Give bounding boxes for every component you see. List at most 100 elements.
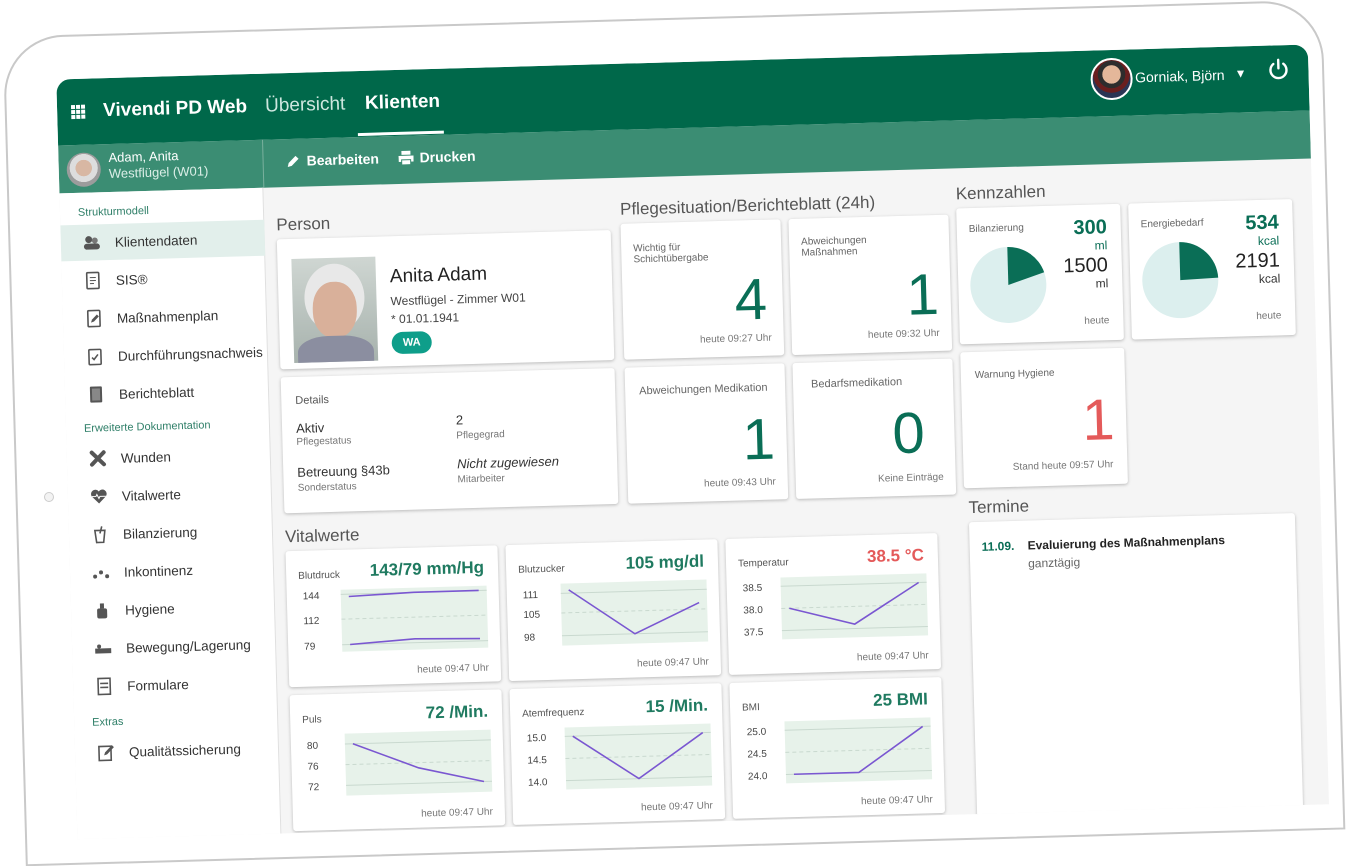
apps-grid-icon[interactable] bbox=[71, 105, 85, 119]
sidebar-item-label: Bewegung/Lagerung bbox=[126, 637, 251, 655]
pencil-icon bbox=[286, 154, 300, 168]
sidebar-item-bewegung[interactable]: Bewegung/Lagerung bbox=[72, 626, 277, 668]
sidebar-section-strukturmodell: Strukturmodell bbox=[78, 205, 149, 219]
vital-chart: 25.024.524.0 bbox=[736, 707, 938, 795]
sidebar-item-label: Qualitätssicherung bbox=[129, 741, 241, 759]
vital-chart: 11110598 bbox=[512, 569, 714, 657]
section-title-situation: Pflegesituation/Berichteblatt (24h) bbox=[620, 193, 876, 220]
special-status-label: Sonderstatus bbox=[298, 481, 357, 494]
appointments-card: 11.09. Evaluierung des Maßnahmenplans ga… bbox=[969, 513, 1303, 822]
tick-label: 15.0 bbox=[527, 733, 547, 745]
card-energiebedarf[interactable]: Energiebedarf 534 kcal 2191 kcal heute bbox=[1128, 199, 1296, 340]
tab-klienten[interactable]: Klienten bbox=[365, 91, 441, 115]
card-schichtuebergabe[interactable]: Wichtig für Schichtübergabe 4 heute 09:2… bbox=[620, 219, 784, 359]
sidebar-item-klientendaten[interactable]: Klientendaten bbox=[60, 220, 265, 262]
sidebar-item-label: Formulare bbox=[127, 677, 189, 694]
card-abweichungen-massnahmen[interactable]: Abweichungen Maßnahmen 1 heute 09:32 Uhr bbox=[788, 215, 952, 355]
bed-icon bbox=[94, 639, 112, 657]
person-card: Anita Adam Westflügel - Zimmer W01 * 01.… bbox=[277, 230, 614, 369]
edit-label: Bearbeiten bbox=[306, 151, 379, 169]
client-full-name: Anita Adam bbox=[390, 264, 488, 289]
vital-card-blutdruck[interactable]: Blutdruck143/79 mm/Hg14411279heute 09:47… bbox=[286, 545, 502, 687]
status-badge: WA bbox=[391, 331, 432, 354]
tick-label: 80 bbox=[307, 741, 319, 752]
sidebar-item-qualitaetssicherung[interactable]: Qualitätssicherung bbox=[75, 730, 280, 772]
appointment-time: ganztägig bbox=[1028, 555, 1080, 570]
vital-footer: heute 09:47 Uhr bbox=[861, 794, 933, 807]
grade-label: Pflegegrad bbox=[456, 429, 505, 441]
tick-label: 38.5 bbox=[743, 583, 763, 595]
sidebar-item-sis[interactable]: SIS® bbox=[61, 258, 266, 300]
client-birthdate: * 01.01.1941 bbox=[391, 310, 459, 326]
client-name: Adam, Anita bbox=[108, 148, 179, 165]
bilanz-pie bbox=[965, 242, 1051, 328]
app-screen: Vivendi PD Web Übersicht Klienten Gornia… bbox=[56, 45, 1329, 840]
camera-dot bbox=[44, 492, 54, 502]
chevron-down-icon[interactable]: ▼ bbox=[1234, 66, 1246, 80]
user-avatar[interactable] bbox=[1090, 57, 1133, 100]
sidebar-item-massnahmenplan[interactable]: Maßnahmenplan bbox=[62, 296, 267, 338]
energie-pie bbox=[1137, 237, 1223, 323]
vital-card-bmi[interactable]: BMI25 BMI25.024.524.0heute 09:47 Uhr bbox=[729, 677, 945, 819]
vital-card-puls[interactable]: Puls72 /Min.807672heute 09:47 Uhr bbox=[290, 689, 506, 831]
sidebar-item-label: Berichteblatt bbox=[119, 384, 194, 401]
card-abweichungen-medikation[interactable]: Abweichungen Medikation 1 heute 09:43 Uh… bbox=[625, 363, 789, 503]
sidebar-item-bilanzierung[interactable]: Bilanzierung bbox=[68, 512, 273, 554]
bilanz-value: 300 bbox=[1073, 216, 1107, 240]
card-bedarfsmedikation[interactable]: Bedarfsmedikation 0 Keine Einträge bbox=[792, 359, 956, 499]
card-title: Abweichungen Medikation bbox=[639, 382, 768, 398]
sidebar-item-formulare[interactable]: Formulare bbox=[73, 664, 278, 706]
vital-footer: heute 09:47 Uhr bbox=[421, 807, 493, 820]
tick-label: 14.5 bbox=[527, 755, 547, 767]
card-bilanzierung[interactable]: Bilanzierung 300 ml 1500 ml heute bbox=[956, 204, 1124, 345]
tick-label: 144 bbox=[303, 591, 320, 602]
toolbar-divider bbox=[262, 140, 264, 188]
sidebar-item-label: Maßnahmenplan bbox=[117, 308, 219, 326]
card-warnung-hygiene[interactable]: Warnung Hygiene 1 Stand heute 09:57 Uhr bbox=[960, 348, 1128, 489]
printer-icon bbox=[398, 151, 413, 165]
card-footer: heute bbox=[1256, 310, 1281, 322]
print-button[interactable]: Drucken bbox=[398, 148, 475, 166]
sidebar-item-vitalwerte[interactable]: Vitalwerte bbox=[67, 474, 272, 516]
vital-card-atemfrequenz[interactable]: Atemfrequenz15 /Min.15.014.514.0heute 09… bbox=[509, 683, 725, 825]
form-icon bbox=[95, 677, 113, 695]
status-value: Aktiv bbox=[296, 420, 325, 436]
book-icon bbox=[87, 385, 105, 403]
sidebar: Strukturmodell Klientendaten SIS® Maßnah… bbox=[59, 188, 281, 839]
tick-label: 112 bbox=[303, 616, 320, 627]
vital-card-blutzucker[interactable]: Blutzucker105 mg/dl11110598heute 09:47 U… bbox=[505, 539, 721, 681]
sidebar-item-label: Hygiene bbox=[125, 601, 175, 617]
sidebar-item-durchfuehrungsnachweis[interactable]: Durchführungsnachweis bbox=[64, 334, 269, 376]
sidebar-item-inkontinenz[interactable]: Inkontinenz bbox=[70, 550, 275, 592]
people-icon bbox=[83, 233, 101, 251]
appointment-date: 11.09. bbox=[981, 539, 1014, 554]
sidebar-item-label: Bilanzierung bbox=[123, 524, 198, 541]
vital-card-temperatur[interactable]: Temperatur38.5 °C38.538.037.5heute 09:47… bbox=[725, 533, 941, 675]
card-value: 0 bbox=[892, 399, 926, 467]
section-title-person: Person bbox=[276, 214, 330, 235]
card-title: Abweichungen Maßnahmen bbox=[801, 234, 892, 259]
client-photo bbox=[291, 257, 378, 363]
card-footer: Keine Einträge bbox=[878, 472, 944, 485]
client-avatar bbox=[66, 152, 101, 187]
card-title: Bedarfsmedikation bbox=[811, 376, 902, 391]
client-location: Westflügel - Zimmer W01 bbox=[390, 290, 525, 308]
energie-unit: kcal bbox=[1258, 233, 1280, 248]
app-title: Vivendi PD Web bbox=[103, 96, 248, 122]
sidebar-item-wunden[interactable]: Wunden bbox=[66, 436, 271, 478]
sidebar-item-berichteblatt[interactable]: Berichteblatt bbox=[65, 372, 270, 414]
sidebar-item-label: Inkontinenz bbox=[124, 562, 193, 579]
edit-button[interactable]: Bearbeiten bbox=[286, 151, 379, 170]
user-name[interactable]: Gorniak, Björn bbox=[1135, 67, 1225, 85]
tick-label: 105 bbox=[523, 610, 540, 621]
power-icon[interactable] bbox=[1266, 57, 1291, 82]
appointment-title[interactable]: Evaluierung des Maßnahmenplans bbox=[1027, 533, 1225, 553]
tick-label: 72 bbox=[308, 782, 320, 793]
quality-pen-icon bbox=[97, 743, 115, 761]
special-status-value: Betreuung §43b bbox=[297, 462, 390, 480]
grade-value: 2 bbox=[456, 412, 464, 427]
tab-uebersicht[interactable]: Übersicht bbox=[265, 93, 346, 117]
tick-label: 98 bbox=[524, 633, 536, 644]
sidebar-item-label: Vitalwerte bbox=[122, 487, 181, 504]
sidebar-item-hygiene[interactable]: Hygiene bbox=[71, 588, 276, 630]
